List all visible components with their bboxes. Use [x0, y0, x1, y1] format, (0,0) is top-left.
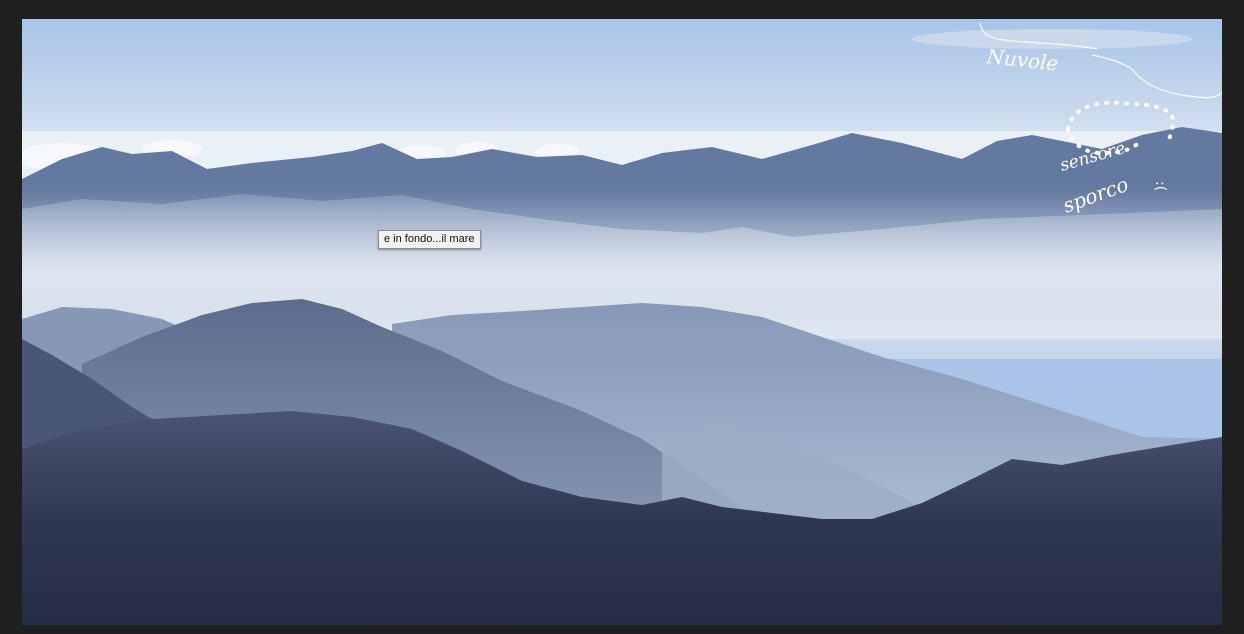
sad-face: :( — [1152, 181, 1168, 191]
photo-tooltip: e in fondo...il mare — [378, 230, 481, 249]
image-viewer: Nuvole sensore sporco :( e in fondo...il… — [0, 0, 1244, 634]
photo[interactable]: Nuvole sensore sporco :( — [22, 19, 1222, 625]
mountain-landscape-image: Nuvole sensore sporco :( — [22, 19, 1222, 625]
